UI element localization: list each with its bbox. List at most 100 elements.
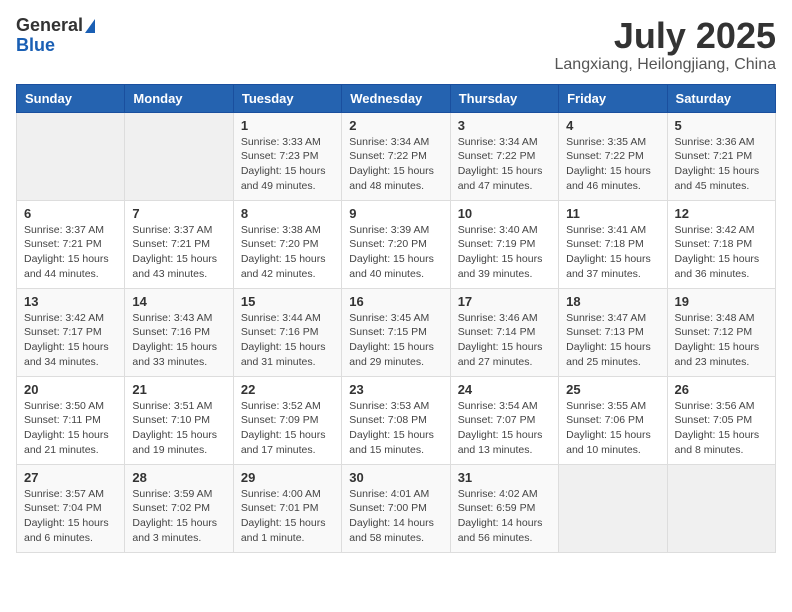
day-number: 2: [349, 118, 442, 133]
day-info: Sunrise: 3:48 AM Sunset: 7:12 PM Dayligh…: [675, 311, 768, 370]
calendar-cell: 28 Sunrise: 3:59 AM Sunset: 7:02 PM Dayli…: [125, 464, 233, 552]
day-number: 5: [675, 118, 768, 133]
calendar-cell: 5 Sunrise: 3:36 AM Sunset: 7:21 PM Daylig…: [667, 112, 775, 200]
calendar-header-friday: Friday: [559, 84, 667, 112]
calendar-cell: 6 Sunrise: 3:37 AM Sunset: 7:21 PM Daylig…: [17, 200, 125, 288]
day-info: Sunrise: 3:35 AM Sunset: 7:22 PM Dayligh…: [566, 135, 659, 194]
day-number: 14: [132, 294, 225, 309]
calendar-header-row: SundayMondayTuesdayWednesdayThursdayFrid…: [17, 84, 776, 112]
day-info: Sunrise: 3:42 AM Sunset: 7:17 PM Dayligh…: [24, 311, 117, 370]
calendar-cell: 14 Sunrise: 3:43 AM Sunset: 7:16 PM Dayli…: [125, 288, 233, 376]
calendar-cell: [667, 464, 775, 552]
calendar-week-row: 20 Sunrise: 3:50 AM Sunset: 7:11 PM Dayli…: [17, 376, 776, 464]
calendar-week-row: 27Sunrise: 3:57 AM Sunset: 7:04 PM Dayli…: [17, 464, 776, 552]
day-number: 8: [241, 206, 334, 221]
day-info: Sunrise: 4:00 AM Sunset: 7:01 PM Dayligh…: [241, 487, 334, 546]
day-number: 13: [24, 294, 117, 309]
day-number: 6: [24, 206, 117, 221]
day-info: Sunrise: 3:40 AM Sunset: 7:19 PM Dayligh…: [458, 223, 551, 282]
day-number: 31: [458, 470, 551, 485]
calendar-header-monday: Monday: [125, 84, 233, 112]
calendar-cell: 22Sunrise: 3:52 AM Sunset: 7:09 PM Dayli…: [233, 376, 341, 464]
day-info: Sunrise: 4:02 AM Sunset: 6:59 PM Dayligh…: [458, 487, 551, 546]
day-number: 24: [458, 382, 551, 397]
logo-blue-text: Blue: [16, 36, 55, 56]
day-info: Sunrise: 3:34 AM Sunset: 7:22 PM Dayligh…: [458, 135, 551, 194]
calendar-week-row: 6 Sunrise: 3:37 AM Sunset: 7:21 PM Daylig…: [17, 200, 776, 288]
calendar-header-tuesday: Tuesday: [233, 84, 341, 112]
calendar-cell: [559, 464, 667, 552]
day-info: Sunrise: 3:54 AM Sunset: 7:07 PM Dayligh…: [458, 399, 551, 458]
day-info: Sunrise: 3:53 AM Sunset: 7:08 PM Dayligh…: [349, 399, 442, 458]
calendar-cell: 27Sunrise: 3:57 AM Sunset: 7:04 PM Dayli…: [17, 464, 125, 552]
page-header: General Blue July 2025 Langxiang, Heilon…: [16, 16, 776, 74]
day-info: Sunrise: 4:01 AM Sunset: 7:00 PM Dayligh…: [349, 487, 442, 546]
day-info: Sunrise: 3:56 AM Sunset: 7:05 PM Dayligh…: [675, 399, 768, 458]
calendar-cell: 24 Sunrise: 3:54 AM Sunset: 7:07 PM Dayli…: [450, 376, 558, 464]
day-number: 11: [566, 206, 659, 221]
day-number: 10: [458, 206, 551, 221]
day-number: 7: [132, 206, 225, 221]
day-number: 4: [566, 118, 659, 133]
calendar-cell: 26Sunrise: 3:56 AM Sunset: 7:05 PM Dayli…: [667, 376, 775, 464]
day-info: Sunrise: 3:52 AM Sunset: 7:09 PM Dayligh…: [241, 399, 334, 458]
calendar-cell: 19 Sunrise: 3:48 AM Sunset: 7:12 PM Dayli…: [667, 288, 775, 376]
day-number: 27: [24, 470, 117, 485]
calendar-cell: 21Sunrise: 3:51 AM Sunset: 7:10 PM Dayli…: [125, 376, 233, 464]
logo-general-text: General: [16, 16, 83, 36]
calendar-header-wednesday: Wednesday: [342, 84, 450, 112]
calendar-header-saturday: Saturday: [667, 84, 775, 112]
calendar-cell: 1Sunrise: 3:33 AM Sunset: 7:23 PM Daylig…: [233, 112, 341, 200]
day-info: Sunrise: 3:42 AM Sunset: 7:18 PM Dayligh…: [675, 223, 768, 282]
day-number: 23: [349, 382, 442, 397]
calendar-header-sunday: Sunday: [17, 84, 125, 112]
calendar-cell: 4 Sunrise: 3:35 AM Sunset: 7:22 PM Daylig…: [559, 112, 667, 200]
calendar-cell: 13 Sunrise: 3:42 AM Sunset: 7:17 PM Dayli…: [17, 288, 125, 376]
day-info: Sunrise: 3:43 AM Sunset: 7:16 PM Dayligh…: [132, 311, 225, 370]
day-number: 18: [566, 294, 659, 309]
day-number: 17: [458, 294, 551, 309]
day-number: 19: [675, 294, 768, 309]
title-block: July 2025 Langxiang, Heilongjiang, China: [555, 16, 777, 74]
calendar-cell: 7 Sunrise: 3:37 AM Sunset: 7:21 PM Daylig…: [125, 200, 233, 288]
day-info: Sunrise: 3:36 AM Sunset: 7:21 PM Dayligh…: [675, 135, 768, 194]
calendar-cell: 31 Sunrise: 4:02 AM Sunset: 6:59 PM Dayli…: [450, 464, 558, 552]
location-subtitle: Langxiang, Heilongjiang, China: [555, 56, 777, 74]
day-info: Sunrise: 3:51 AM Sunset: 7:10 PM Dayligh…: [132, 399, 225, 458]
day-info: Sunrise: 3:34 AM Sunset: 7:22 PM Dayligh…: [349, 135, 442, 194]
day-number: 25: [566, 382, 659, 397]
day-number: 1: [241, 118, 334, 133]
logo-triangle-icon: [85, 19, 95, 33]
calendar-cell: 12 Sunrise: 3:42 AM Sunset: 7:18 PM Dayli…: [667, 200, 775, 288]
day-info: Sunrise: 3:41 AM Sunset: 7:18 PM Dayligh…: [566, 223, 659, 282]
calendar-cell: [125, 112, 233, 200]
day-number: 30: [349, 470, 442, 485]
day-number: 28: [132, 470, 225, 485]
day-number: 16: [349, 294, 442, 309]
calendar-cell: 29 Sunrise: 4:00 AM Sunset: 7:01 PM Dayli…: [233, 464, 341, 552]
day-number: 29: [241, 470, 334, 485]
day-info: Sunrise: 3:37 AM Sunset: 7:21 PM Dayligh…: [132, 223, 225, 282]
day-info: Sunrise: 3:37 AM Sunset: 7:21 PM Dayligh…: [24, 223, 117, 282]
calendar-cell: 30 Sunrise: 4:01 AM Sunset: 7:00 PM Dayli…: [342, 464, 450, 552]
calendar-cell: 23 Sunrise: 3:53 AM Sunset: 7:08 PM Dayli…: [342, 376, 450, 464]
logo: General Blue: [16, 16, 95, 56]
calendar-cell: 18 Sunrise: 3:47 AM Sunset: 7:13 PM Dayli…: [559, 288, 667, 376]
day-info: Sunrise: 3:44 AM Sunset: 7:16 PM Dayligh…: [241, 311, 334, 370]
calendar-cell: 8 Sunrise: 3:38 AM Sunset: 7:20 PM Daylig…: [233, 200, 341, 288]
day-info: Sunrise: 3:50 AM Sunset: 7:11 PM Dayligh…: [24, 399, 117, 458]
calendar-cell: 3 Sunrise: 3:34 AM Sunset: 7:22 PM Daylig…: [450, 112, 558, 200]
day-info: Sunrise: 3:59 AM Sunset: 7:02 PM Dayligh…: [132, 487, 225, 546]
day-number: 12: [675, 206, 768, 221]
day-info: Sunrise: 3:46 AM Sunset: 7:14 PM Dayligh…: [458, 311, 551, 370]
calendar-cell: 20 Sunrise: 3:50 AM Sunset: 7:11 PM Dayli…: [17, 376, 125, 464]
calendar-cell: 10 Sunrise: 3:40 AM Sunset: 7:19 PM Dayli…: [450, 200, 558, 288]
day-info: Sunrise: 3:45 AM Sunset: 7:15 PM Dayligh…: [349, 311, 442, 370]
calendar-cell: 2 Sunrise: 3:34 AM Sunset: 7:22 PM Daylig…: [342, 112, 450, 200]
day-info: Sunrise: 3:47 AM Sunset: 7:13 PM Dayligh…: [566, 311, 659, 370]
calendar-cell: [17, 112, 125, 200]
day-info: Sunrise: 3:38 AM Sunset: 7:20 PM Dayligh…: [241, 223, 334, 282]
day-number: 3: [458, 118, 551, 133]
calendar-week-row: 1Sunrise: 3:33 AM Sunset: 7:23 PM Daylig…: [17, 112, 776, 200]
day-number: 20: [24, 382, 117, 397]
